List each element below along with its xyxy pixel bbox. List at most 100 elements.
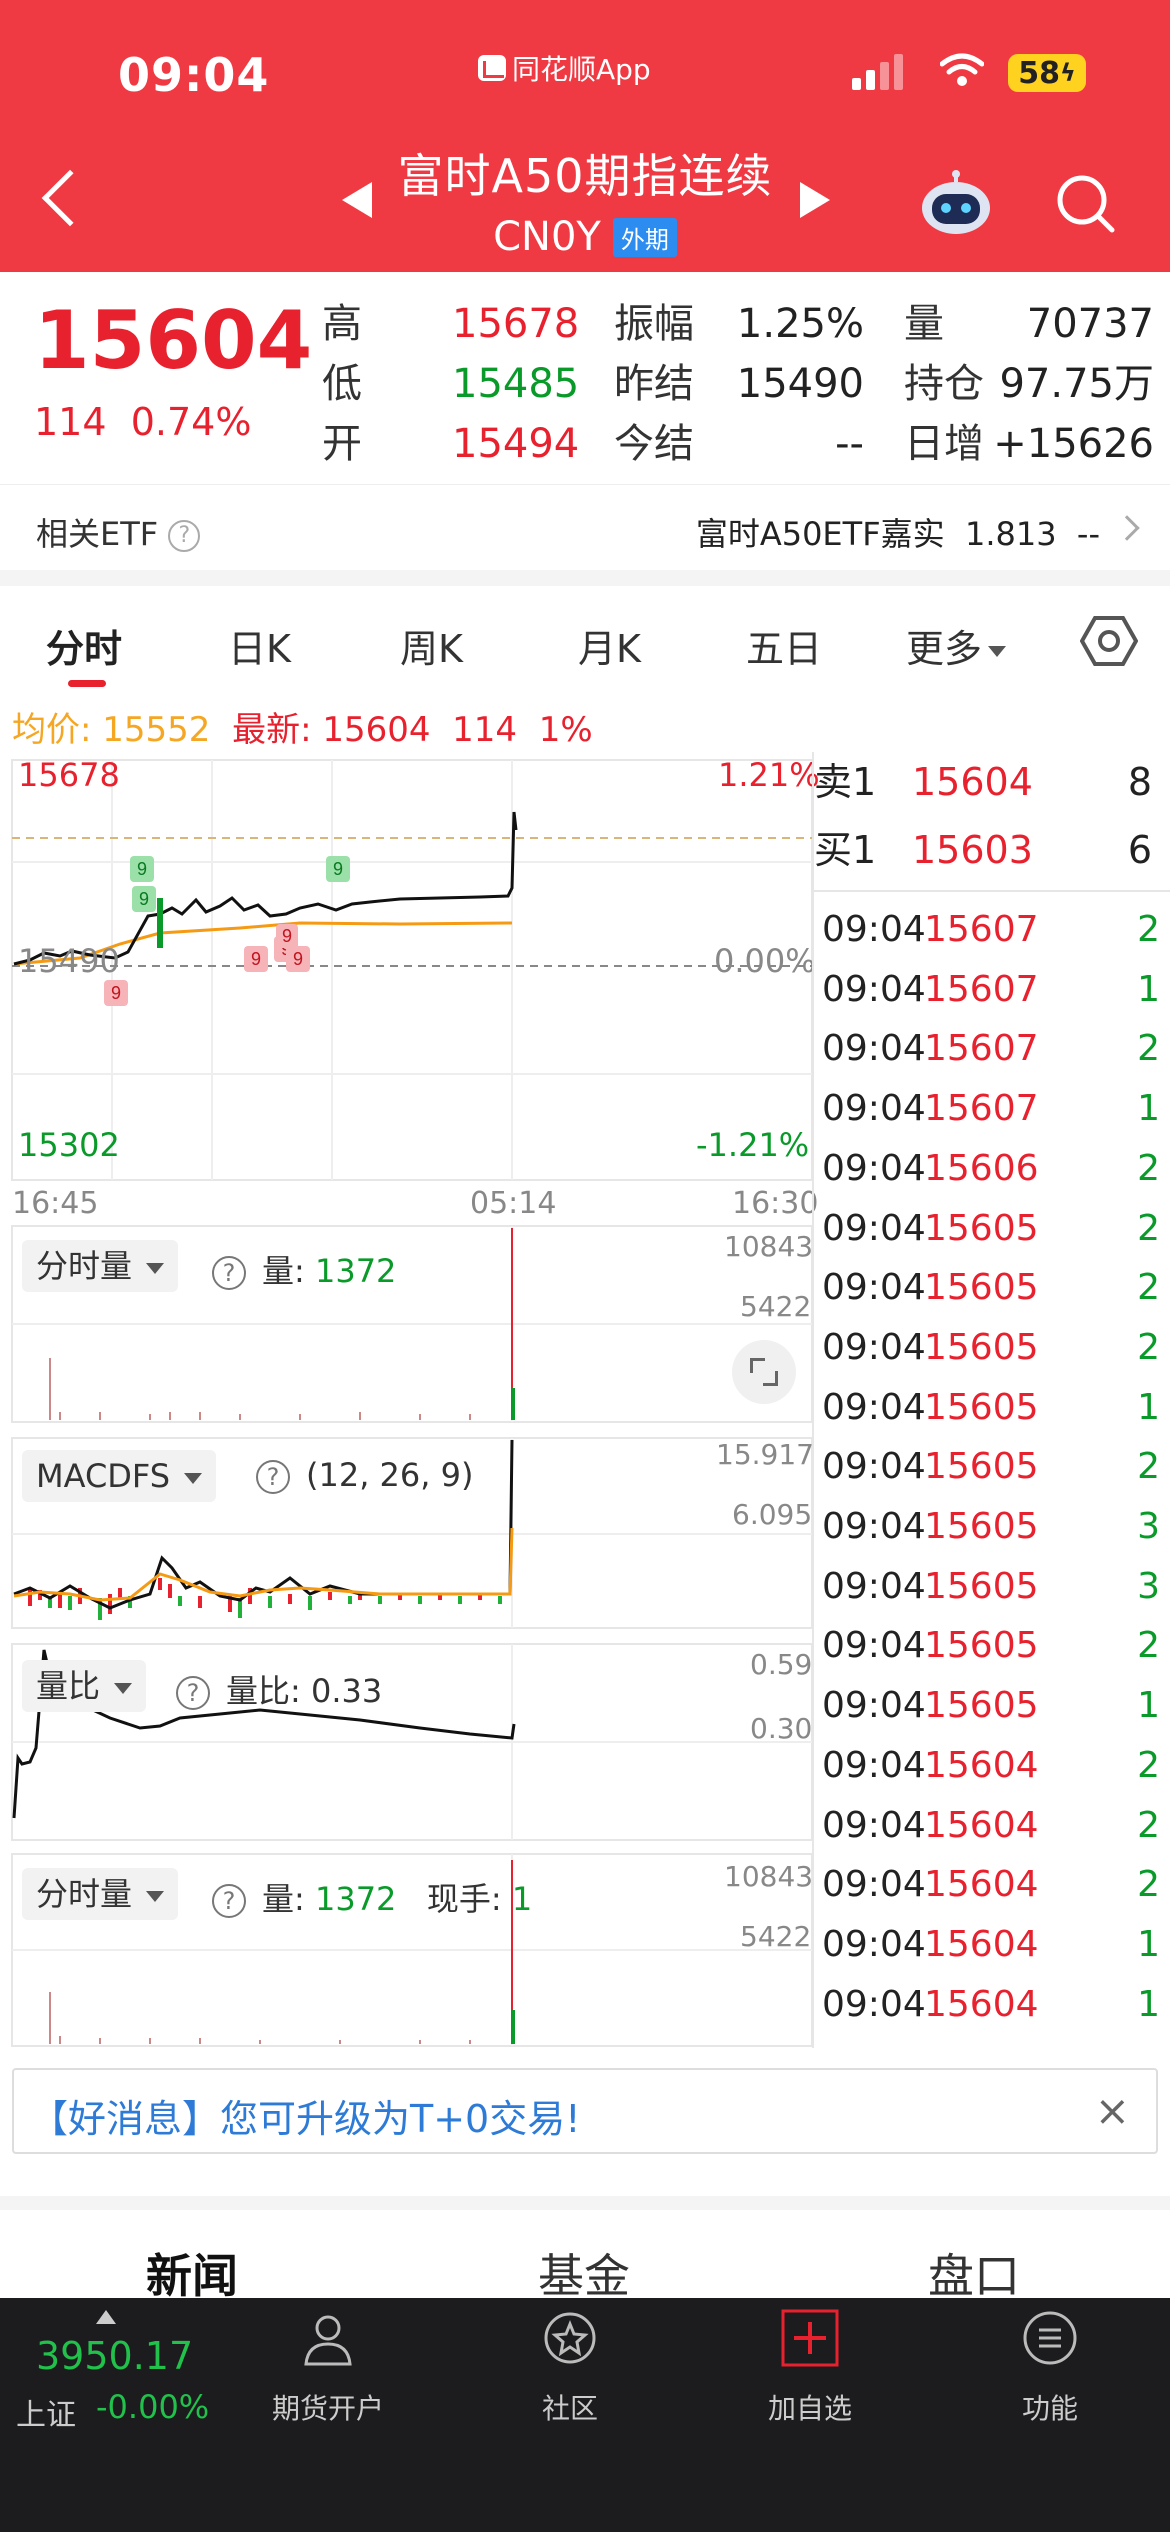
tick-time: 09:04	[822, 1864, 926, 1906]
dropdown-icon	[988, 646, 1007, 657]
content-tabs: 新闻 基金 盘口	[0, 2210, 1170, 2303]
y-axis-mid: 15490	[18, 942, 120, 980]
tick-price: 15605	[924, 1207, 1039, 1249]
vol2-info-label: 量:	[262, 1880, 305, 1918]
promo-banner[interactable]: 【好消息】您可升级为T+0交易! ×	[12, 2068, 1158, 2154]
tab-weekly-k[interactable]: 周K	[400, 618, 463, 673]
tick-row: 09:04 15604 1	[812, 1975, 1164, 2035]
tick-row: 09:04 15604 2	[812, 1796, 1164, 1856]
close-icon[interactable]: ×	[1095, 2086, 1130, 2135]
tick-price: 15605	[924, 1446, 1039, 1488]
macd-axis-top: 15.917	[716, 1438, 814, 1471]
prev-settle-label: 昨结	[614, 361, 694, 407]
app-logo-icon	[478, 55, 506, 81]
nav-community[interactable]: 社区	[490, 2308, 650, 2427]
open-value: 15494	[452, 421, 580, 467]
tick-qty: 2	[1137, 1864, 1160, 1906]
tick-time: 09:04	[822, 1147, 926, 1189]
avg-value: 15552	[102, 710, 211, 750]
tab-news[interactable]: 新闻	[146, 2240, 238, 2306]
daily-inc-value: +15626	[993, 421, 1154, 467]
y-axis-high-pct: 1.21%	[718, 756, 820, 794]
index-name: 上证	[16, 2398, 76, 2433]
related-etf-row[interactable]: 相关ETF ? 富时A50ETF嘉实 1.813 --	[0, 484, 1170, 570]
dropdown-icon	[184, 1472, 203, 1484]
subtitle: CN0Y 外期	[340, 214, 830, 260]
tick-qty: 2	[1137, 1446, 1160, 1488]
tab-orderbook[interactable]: 盘口	[928, 2240, 1020, 2306]
index-value[interactable]: 3950.17	[36, 2334, 193, 2378]
buy-1-label: 买1	[814, 828, 877, 872]
charging-icon: ϟ	[1059, 59, 1076, 87]
nav-add-watchlist[interactable]: 加自选	[730, 2308, 890, 2427]
signal-marker: 9	[111, 983, 121, 1003]
nav-functions[interactable]: 功能	[970, 2308, 1130, 2427]
active-tab-indicator	[68, 680, 106, 687]
macd-params: (12, 26, 9)	[306, 1456, 474, 1494]
status-time: 09:04	[118, 48, 270, 102]
tab-five-day[interactable]: 五日	[746, 618, 822, 673]
y-axis-mid-pct: 0.00%	[714, 942, 816, 980]
settings-icon[interactable]	[1080, 612, 1138, 670]
vol1-label: 分时量	[36, 1247, 133, 1285]
x-axis-end: 16:30	[732, 1186, 819, 1221]
y-axis-high: 15678	[18, 756, 120, 794]
tick-price: 15607	[924, 968, 1039, 1010]
macd-indicator-select[interactable]: MACDFS	[22, 1450, 217, 1502]
tick-time: 09:04	[822, 909, 926, 950]
tick-price: 15604	[924, 1744, 1039, 1786]
tick-qty: 1	[1137, 1685, 1160, 1727]
search-icon[interactable]	[1054, 172, 1118, 236]
tick-price: 15605	[924, 1685, 1039, 1727]
robot-assistant-icon[interactable]	[918, 170, 994, 238]
signal-marker: 9	[137, 859, 147, 879]
intraday-charts[interactable]: 9 9 9 9 9 9 9 9	[0, 748, 812, 2048]
help-icon[interactable]: ?	[212, 1256, 246, 1290]
help-icon[interactable]: ?	[256, 1460, 290, 1494]
tab-fund[interactable]: 基金	[538, 2240, 630, 2306]
today-settle-label: 今结	[614, 421, 694, 467]
etf-label: 相关ETF	[36, 515, 159, 553]
etf-name: 富时A50ETF嘉实	[695, 515, 945, 553]
help-icon[interactable]: ?	[168, 520, 201, 552]
nav-add-watchlist-label: 加自选	[767, 2392, 852, 2425]
tick-qty: 1	[1137, 1923, 1160, 1965]
divider	[0, 570, 1170, 586]
tick-price: 15606	[924, 1147, 1039, 1189]
status-app-label[interactable]: 同花顺App	[478, 48, 651, 88]
ratio-indicator-select[interactable]: 量比	[22, 1660, 147, 1712]
amp-label: 振幅	[614, 301, 694, 347]
quote-summary: 15604 114 0.74% 高 15678 低 15485 开 15494 振幅 1…	[0, 272, 1170, 482]
tab-daily-k[interactable]: 日K	[228, 618, 291, 673]
tick-row: 09:04 15607 2	[812, 1019, 1164, 1079]
volume-indicator-select[interactable]: 分时量	[22, 1240, 179, 1292]
tab-more[interactable]: 更多	[906, 618, 1007, 673]
tick-time: 09:04	[822, 1386, 926, 1428]
expand-up-icon[interactable]	[96, 2310, 116, 2324]
tick-qty: 2	[1137, 1625, 1160, 1667]
x-axis-mid: 05:14	[470, 1186, 557, 1221]
tab-monthly-k[interactable]: 月K	[578, 618, 641, 673]
nav-futures-account[interactable]: 期货开户	[248, 2308, 408, 2427]
low-label: 低	[322, 361, 362, 407]
quote-col-1: 高 15678 低 15485 开 15494	[322, 294, 580, 474]
help-icon[interactable]: ?	[212, 1884, 246, 1918]
tick-qty: 1	[1137, 1983, 1160, 2025]
tab-intraday[interactable]: 分时	[46, 618, 122, 673]
page-title: 富时A50期指连续	[397, 149, 773, 203]
daily-inc-label: 日增	[904, 421, 984, 467]
battery-level: 58	[1018, 55, 1060, 91]
tick-price: 15604	[924, 1864, 1039, 1906]
volume2-indicator-select[interactable]: 分时量	[22, 1868, 179, 1920]
vol-value: 70737	[1026, 301, 1154, 347]
fullscreen-icon[interactable]	[732, 1340, 796, 1404]
y-axis-low-pct: -1.21%	[696, 1126, 810, 1164]
help-icon[interactable]: ?	[176, 1676, 210, 1710]
back-icon[interactable]	[41, 169, 99, 227]
tick-row: 09:04 15605 3	[812, 1497, 1164, 1557]
etf-info: 富时A50ETF嘉实 1.813 --	[696, 509, 1100, 555]
tick-qty: 3	[1137, 1506, 1160, 1547]
contract-code: CN0Y	[493, 214, 601, 260]
ratio-axis-top: 0.59	[750, 1648, 813, 1681]
sell-1-label: 卖1	[814, 760, 877, 804]
